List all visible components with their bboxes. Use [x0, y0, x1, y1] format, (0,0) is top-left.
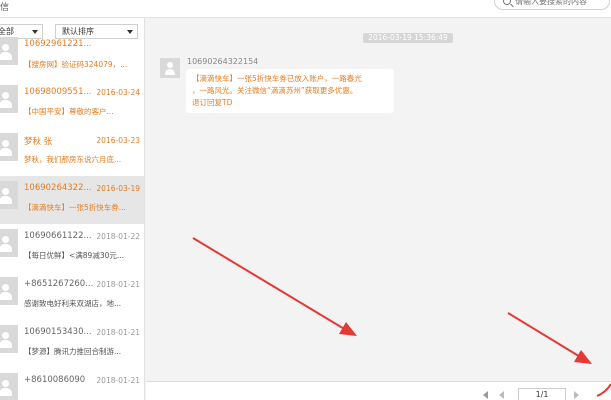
type-filter-label: 全部	[0, 27, 14, 36]
conversation-pane: 2016-03-19 15:36:49 10690264322154 【滴滴快车…	[146, 18, 611, 381]
avatar	[0, 133, 18, 161]
message-sender: 10690153430...	[24, 327, 92, 337]
list-item[interactable]: 10692961221... 【搜房网】验证码324079，...	[0, 37, 144, 80]
filter-row: 全部 默认排序	[0, 24, 144, 40]
avatar	[0, 373, 18, 400]
chevron-down-icon	[127, 30, 133, 34]
message-sender: +8610086090	[24, 375, 86, 385]
list-item[interactable]: 10698009551... 2016-03-24 【中国平安】尊敬的客户...	[0, 80, 144, 128]
message-preview: 感谢致电好利来双湖店，地...	[24, 299, 122, 308]
message-sender: 10690661122...	[24, 231, 92, 241]
list-item[interactable]: 10690661122... 2018-01-22 【每日优鲜】<满89减30元…	[0, 224, 144, 272]
avatar	[0, 181, 18, 209]
search-box[interactable]	[494, 0, 610, 10]
message-date: 2016-03-24	[96, 88, 140, 97]
list-item[interactable]: 梦秋 张 2016-03-23 梦秋，我们那房东说六月底...	[0, 128, 144, 176]
avatar	[0, 37, 18, 65]
message-sender: 梦秋 张	[24, 137, 53, 147]
list-item[interactable]: 10690264322... 2016-03-19 【滴滴快车】一张5折快车券.…	[0, 176, 144, 224]
message-sidebar: 全部 默认排序 10692961221... 【搜房网】验证码324079，..…	[0, 18, 145, 400]
message-preview: 【梦源】腾讯力推回合制游...	[24, 347, 122, 356]
message-text: 【滴滴快车】一张5折快车券已放入账户，一路春光 ，一路风光。关注微信“滴滴苏州”…	[192, 74, 362, 107]
search-input[interactable]	[515, 0, 607, 7]
pagination-bar: 1/1	[146, 381, 611, 400]
message-sender: 10698009551...	[24, 87, 92, 97]
search-icon	[503, 0, 511, 5]
message-date: 2016-03-19	[96, 184, 140, 193]
page-indicator[interactable]: 1/1	[518, 388, 566, 400]
message-preview: 【滴滴快车】一张5折快车券...	[24, 203, 126, 212]
app-title: 信	[0, 3, 10, 13]
first-page-icon[interactable]	[483, 391, 488, 399]
avatar	[0, 85, 18, 113]
message-date: 2018-01-21	[96, 280, 140, 289]
list-item[interactable]: +8610086090 2018-01-21	[0, 368, 144, 400]
sort-select[interactable]: 默认排序	[55, 24, 138, 39]
message-date: 2016-03-23	[96, 136, 140, 145]
prev-page-icon[interactable]	[499, 391, 504, 399]
avatar	[0, 229, 18, 257]
chevron-down-icon	[32, 30, 38, 34]
avatar	[0, 277, 18, 305]
message-date: 2018-01-22	[96, 232, 140, 241]
list-item[interactable]: 10690153430... 2018-01-21 【梦源】腾讯力推回合制游..…	[0, 320, 144, 368]
conversation-timestamp: 2016-03-19 15:36:49	[363, 33, 453, 43]
avatar	[160, 58, 180, 78]
top-bar: 信	[0, 0, 611, 18]
avatar	[0, 325, 18, 353]
message-sender: +8651267260...	[24, 279, 94, 289]
next-page-icon[interactable]	[574, 391, 579, 399]
list-item[interactable]: +8651267260... 2018-01-21 感谢致电好利来双湖店，地..…	[0, 272, 144, 320]
sort-label: 默认排序	[62, 27, 94, 36]
message-sender: 10690264322...	[24, 183, 92, 193]
message-preview: 【中国平安】尊敬的客户...	[24, 107, 114, 116]
message-date: 2018-01-21	[96, 376, 140, 385]
message-bubble: 【滴滴快车】一张5折快车券已放入账户，一路春光 ，一路风光。关注微信“滴滴苏州”…	[186, 69, 394, 113]
message-preview: 【搜房网】验证码324079，...	[24, 60, 128, 69]
conversation-sender: 10690264322154	[187, 57, 259, 66]
message-preview: 【每日优鲜】<满89减30元...	[24, 251, 125, 260]
message-date: 2018-01-21	[96, 328, 140, 337]
message-preview: 梦秋，我们那房东说六月底...	[24, 155, 122, 164]
message-sender: 10692961221...	[24, 39, 92, 49]
message-list: 10692961221... 【搜房网】验证码324079，... 106980…	[0, 37, 144, 400]
